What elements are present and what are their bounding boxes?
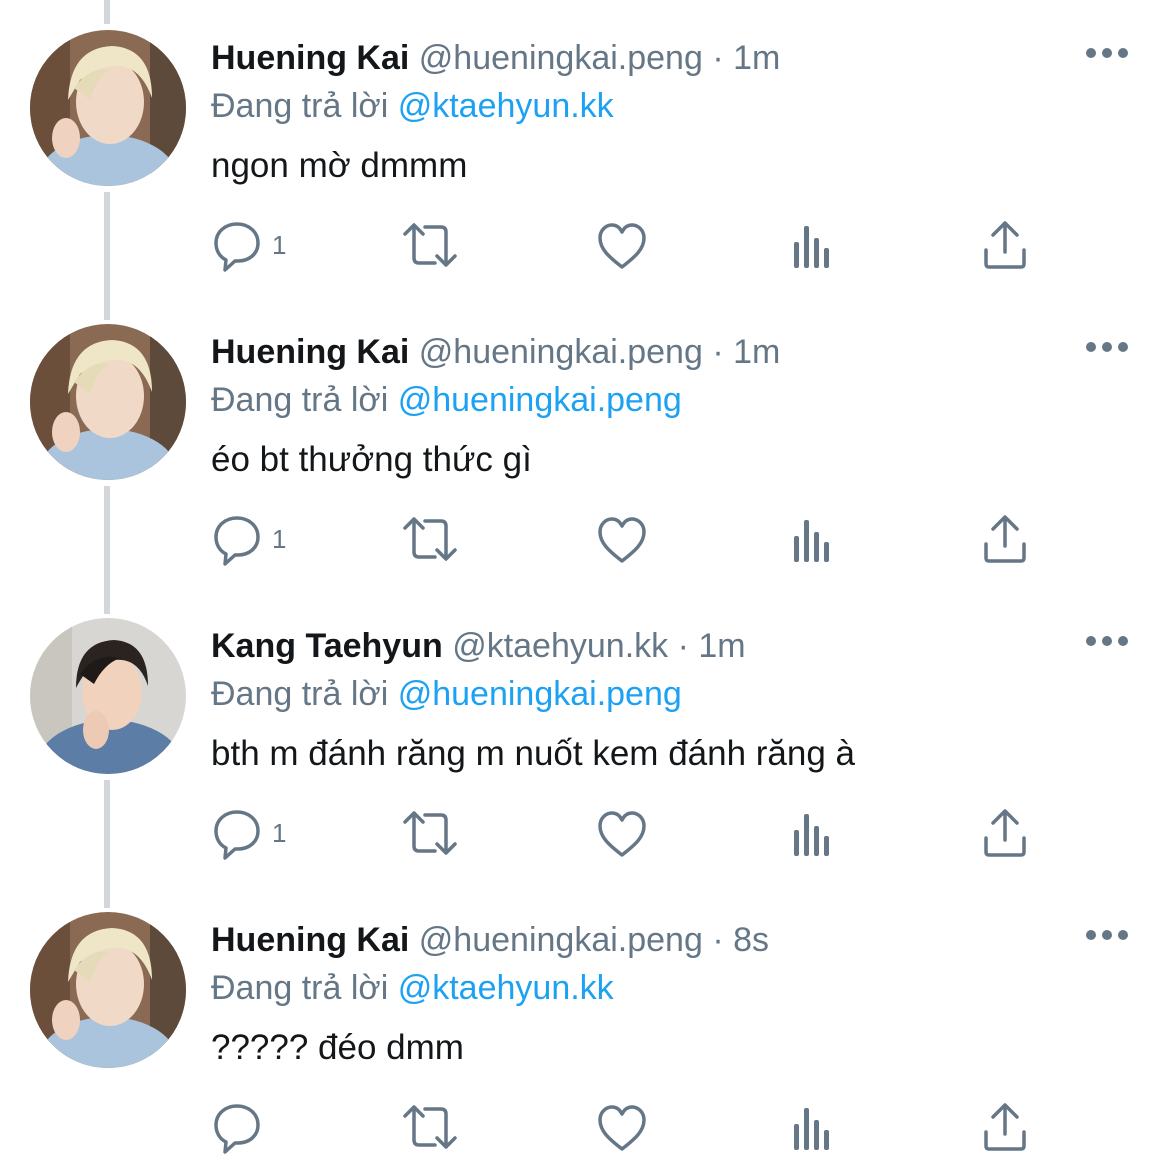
mention-link[interactable]: @hueningkai.peng bbox=[398, 675, 682, 713]
retweet-icon[interactable] bbox=[401, 806, 459, 862]
tweet[interactable]: Huening Kai @hueningkai.peng · 1m Đang t… bbox=[0, 294, 1170, 588]
timestamp[interactable]: 1m bbox=[733, 333, 780, 371]
replying-prefix: Đang trả lời bbox=[211, 969, 389, 1007]
reply-count: 1 bbox=[272, 524, 287, 554]
timestamp[interactable]: 1m bbox=[733, 39, 780, 77]
share-icon[interactable] bbox=[982, 806, 1028, 862]
more-icon[interactable] bbox=[1084, 38, 1130, 68]
author-name[interactable]: Huening Kai bbox=[211, 39, 409, 77]
reply-count: 1 bbox=[272, 230, 287, 260]
author-handle[interactable]: @hueningkai.peng bbox=[419, 39, 703, 77]
blonde-avatar bbox=[30, 30, 186, 186]
separator-dot: · bbox=[712, 333, 724, 371]
tweet[interactable]: Kang Taehyun @ktaehyun.kk · 1m Đang trả … bbox=[0, 588, 1170, 882]
replying-to: Đang trả lời @ktaehyun.kk bbox=[211, 968, 614, 1008]
tweet[interactable]: Huening Kai @hueningkai.peng · 1m Đang t… bbox=[0, 0, 1170, 294]
tweet-header: Kang Taehyun @ktaehyun.kk · 1m bbox=[211, 626, 746, 666]
like-icon[interactable] bbox=[597, 512, 647, 568]
tweet-header: Huening Kai @hueningkai.peng · 8s bbox=[211, 920, 769, 960]
blonde-avatar bbox=[30, 912, 186, 1068]
analytics-icon[interactable] bbox=[792, 806, 836, 862]
retweet-icon[interactable] bbox=[401, 218, 459, 274]
like-icon[interactable] bbox=[597, 218, 647, 274]
share-icon[interactable] bbox=[982, 1100, 1028, 1156]
author-handle[interactable]: @ktaehyun.kk bbox=[452, 627, 668, 665]
replying-to: Đang trả lời @hueningkai.peng bbox=[211, 380, 682, 420]
author-handle[interactable]: @hueningkai.peng bbox=[419, 921, 703, 959]
tweet-text: bth m đánh răng m nuốt kem đánh răng à bbox=[211, 734, 856, 773]
blonde-avatar bbox=[30, 324, 186, 480]
replying-prefix: Đang trả lời bbox=[211, 87, 389, 125]
share-icon[interactable] bbox=[982, 218, 1028, 274]
like-icon[interactable] bbox=[597, 1100, 647, 1156]
analytics-icon[interactable] bbox=[792, 1100, 836, 1156]
tweet-text: ngon mờ dmmm bbox=[211, 146, 468, 185]
reply-icon[interactable] bbox=[213, 218, 263, 274]
avatar[interactable] bbox=[30, 324, 186, 480]
author-name[interactable]: Huening Kai bbox=[211, 333, 409, 371]
share-icon[interactable] bbox=[982, 512, 1028, 568]
reply-count: 1 bbox=[272, 818, 287, 848]
replying-prefix: Đang trả lời bbox=[211, 381, 389, 419]
author-name[interactable]: Kang Taehyun bbox=[211, 627, 443, 665]
retweet-icon[interactable] bbox=[401, 512, 459, 568]
tweet-header: Huening Kai @hueningkai.peng · 1m bbox=[211, 38, 780, 78]
tweet-header: Huening Kai @hueningkai.peng · 1m bbox=[211, 332, 780, 372]
tweet[interactable]: Huening Kai @hueningkai.peng · 8s Đang t… bbox=[0, 882, 1170, 1176]
reply-icon[interactable] bbox=[213, 512, 263, 568]
mention-link[interactable]: @ktaehyun.kk bbox=[398, 969, 614, 1007]
timestamp[interactable]: 8s bbox=[733, 921, 769, 959]
avatar[interactable] bbox=[30, 30, 186, 186]
timestamp[interactable]: 1m bbox=[698, 627, 745, 665]
tweet-text: ????? đéo dmm bbox=[211, 1028, 464, 1067]
tweet-text: éo bt thưởng thức gì bbox=[211, 440, 532, 479]
author-name[interactable]: Huening Kai bbox=[211, 921, 409, 959]
avatar[interactable] bbox=[30, 912, 186, 1068]
replying-prefix: Đang trả lời bbox=[211, 675, 389, 713]
separator-dot: · bbox=[677, 627, 689, 665]
reply-icon[interactable] bbox=[213, 806, 263, 862]
more-icon[interactable] bbox=[1084, 332, 1130, 362]
retweet-icon[interactable] bbox=[401, 1100, 459, 1156]
mention-link[interactable]: @ktaehyun.kk bbox=[398, 87, 614, 125]
more-icon[interactable] bbox=[1084, 920, 1130, 950]
dark-hair-avatar bbox=[30, 618, 186, 774]
replying-to: Đang trả lời @hueningkai.peng bbox=[211, 674, 682, 714]
reply-icon[interactable] bbox=[213, 1100, 263, 1156]
mention-link[interactable]: @hueningkai.peng bbox=[398, 381, 682, 419]
separator-dot: · bbox=[712, 39, 724, 77]
analytics-icon[interactable] bbox=[792, 218, 836, 274]
separator-dot: · bbox=[712, 921, 724, 959]
analytics-icon[interactable] bbox=[792, 512, 836, 568]
more-icon[interactable] bbox=[1084, 626, 1130, 656]
avatar[interactable] bbox=[30, 618, 186, 774]
like-icon[interactable] bbox=[597, 806, 647, 862]
replying-to: Đang trả lời @ktaehyun.kk bbox=[211, 86, 614, 126]
author-handle[interactable]: @hueningkai.peng bbox=[419, 333, 703, 371]
